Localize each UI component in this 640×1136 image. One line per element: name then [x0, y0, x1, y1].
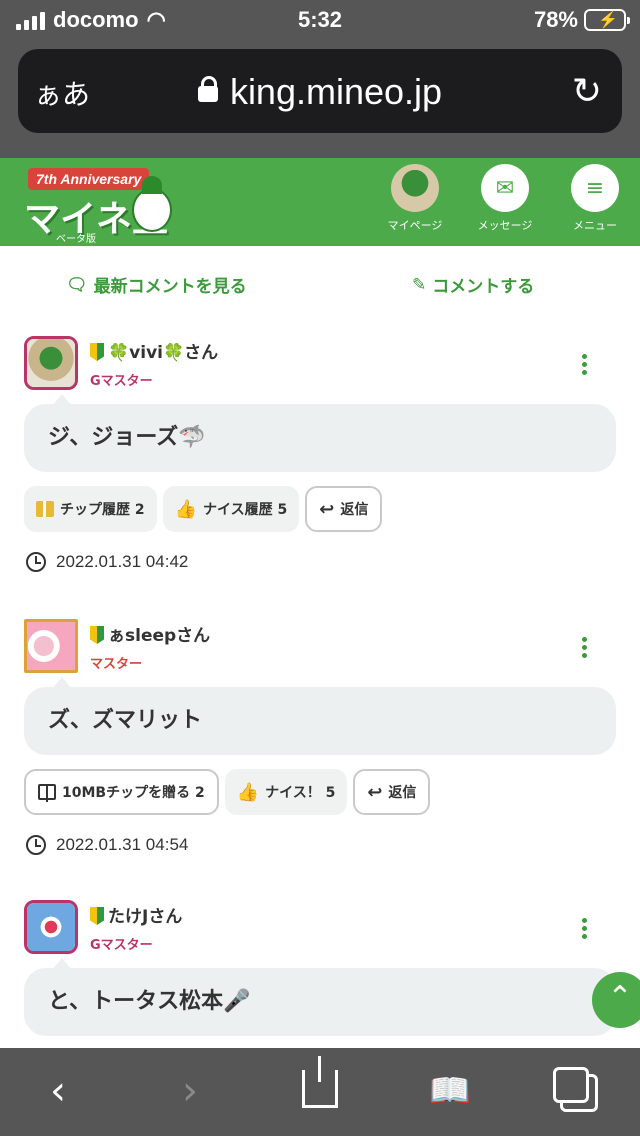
lock-icon	[197, 76, 218, 102]
battery-percent: 78%	[533, 7, 578, 32]
chevron-up-icon: ⌃	[607, 980, 633, 1015]
send-tip-label: 10MBチップを贈る 2	[62, 785, 205, 801]
more-options-icon[interactable]	[580, 918, 588, 942]
gift-icon	[38, 784, 56, 802]
user-rank: Gマスター	[90, 374, 153, 389]
nice-history-label: ナイス履歴 5	[203, 502, 288, 518]
latest-comments-label: 最新コメントを見る	[93, 277, 247, 297]
more-options-icon[interactable]	[580, 354, 588, 378]
nice-button[interactable]: 👍 ナイス！ 5	[224, 769, 348, 815]
tip-history-label: チップ履歴 2	[60, 502, 145, 518]
bookmarks-icon[interactable]: 📖	[420, 1066, 480, 1116]
user-name[interactable]: たけJさん	[90, 902, 182, 927]
nav-messages[interactable]: ✉ メッセージ	[470, 164, 540, 233]
nice-label: ナイス！ 5	[265, 785, 336, 801]
envelope-icon: ✉	[481, 164, 529, 212]
latest-comments-link[interactable]: 🗨 最新コメントを見る	[66, 272, 247, 298]
pencil-icon: ✎	[412, 274, 427, 295]
action-row: 🗨 最新コメントを見る ✎ コメントする	[0, 272, 640, 308]
comment-text: と、トータス松本🎤	[24, 958, 616, 1036]
beginner-mark-icon	[90, 907, 104, 925]
site-logo[interactable]: 7th Anniversary マイネ王 ベータ版	[22, 168, 172, 245]
thumbs-up-icon: 👍	[174, 498, 198, 520]
clock-icon	[26, 552, 46, 572]
nav-menu-label: メニュー	[573, 219, 617, 232]
url-host[interactable]: king.mineo.jp	[18, 71, 622, 113]
reply-label: 返信	[340, 502, 369, 518]
user-name-text: たけJさん	[108, 907, 183, 927]
user-name-text: ぁsleepさん	[108, 626, 211, 646]
share-icon[interactable]	[302, 1056, 338, 1108]
battery-icon: ⚡	[584, 9, 630, 31]
tabs-icon[interactable]	[553, 1067, 598, 1112]
reload-icon[interactable]: ↻	[572, 71, 602, 112]
back-icon[interactable]: ‹	[28, 1066, 88, 1116]
browser-top: docomo ◠ 5:32 78% ⚡ ぁあ king.mineo.jp ↻	[0, 0, 640, 158]
comment-actions: チップ履歴 2 👍 ナイス履歴 5 ↩ 返信	[24, 486, 383, 532]
reply-label: 返信	[388, 785, 417, 801]
forward-icon[interactable]: ›	[160, 1066, 220, 1116]
comment-timestamp: 2022.01.31 04:54	[26, 835, 188, 855]
speech-bubble-icon: 🗨	[66, 274, 88, 295]
status-right: 78% ⚡	[533, 7, 630, 33]
browser-toolbar: ‹ › 📖	[0, 1048, 640, 1136]
clock-icon	[26, 835, 46, 855]
user-name[interactable]: 🍀vivi🍀さん	[90, 338, 218, 363]
user-rank: マスター	[90, 657, 143, 672]
user-avatar	[391, 164, 439, 212]
nav-menu[interactable]: ≡ メニュー	[560, 164, 630, 233]
timestamp-text: 2022.01.31 04:42	[56, 552, 189, 571]
avatar[interactable]	[24, 619, 78, 673]
beginner-mark-icon	[90, 343, 104, 361]
comment-actions: 10MBチップを贈る 2 👍 ナイス！ 5 ↩ 返信	[24, 769, 431, 815]
more-options-icon[interactable]	[580, 637, 588, 661]
nav-mypage-label: マイページ	[387, 219, 443, 232]
status-bar: docomo ◠ 5:32 78% ⚡	[0, 0, 640, 42]
comment-timestamp: 2022.01.31 04:42	[26, 552, 188, 572]
post-comment-link[interactable]: ✎ コメントする	[412, 272, 535, 298]
tip-history-button[interactable]: チップ履歴 2	[24, 486, 157, 532]
timestamp-text: 2022.01.31 04:54	[56, 835, 189, 854]
user-rank: Gマスター	[90, 938, 153, 953]
thumbs-up-icon: 👍	[236, 781, 260, 803]
gift-icon	[36, 501, 54, 517]
hamburger-icon: ≡	[571, 164, 619, 212]
nice-history-button[interactable]: 👍 ナイス履歴 5	[162, 486, 300, 532]
comment-text: ジ、ジョーズ🦈	[24, 394, 616, 472]
url-bar[interactable]: ぁあ king.mineo.jp ↻	[18, 49, 622, 133]
beginner-mark-icon	[90, 626, 104, 644]
reply-icon: ↩	[367, 781, 383, 803]
reply-icon: ↩	[319, 498, 335, 520]
send-tip-button[interactable]: 10MBチップを贈る 2	[24, 769, 219, 815]
site-header: 7th Anniversary マイネ王 ベータ版 マイページ ✉ メッセージ …	[0, 158, 640, 246]
comment-text: ズ、ズマリット	[24, 677, 616, 755]
reply-button[interactable]: ↩ 返信	[353, 769, 431, 815]
scroll-to-top-button[interactable]: ⌃	[592, 972, 640, 1028]
avatar[interactable]	[24, 900, 78, 954]
url-host-text: king.mineo.jp	[229, 71, 443, 112]
logo-subtitle: ベータ版	[56, 234, 96, 245]
logo-banner: 7th Anniversary	[28, 168, 150, 190]
nav-mypage[interactable]: マイページ	[380, 164, 450, 233]
avatar[interactable]	[24, 336, 78, 390]
nav-messages-label: メッセージ	[477, 219, 533, 232]
reply-button[interactable]: ↩ 返信	[305, 486, 383, 532]
user-name-text: 🍀vivi🍀さん	[108, 343, 219, 363]
mascot-icon	[132, 176, 172, 232]
user-name[interactable]: ぁsleepさん	[90, 621, 210, 646]
post-comment-label: コメントする	[432, 277, 535, 297]
